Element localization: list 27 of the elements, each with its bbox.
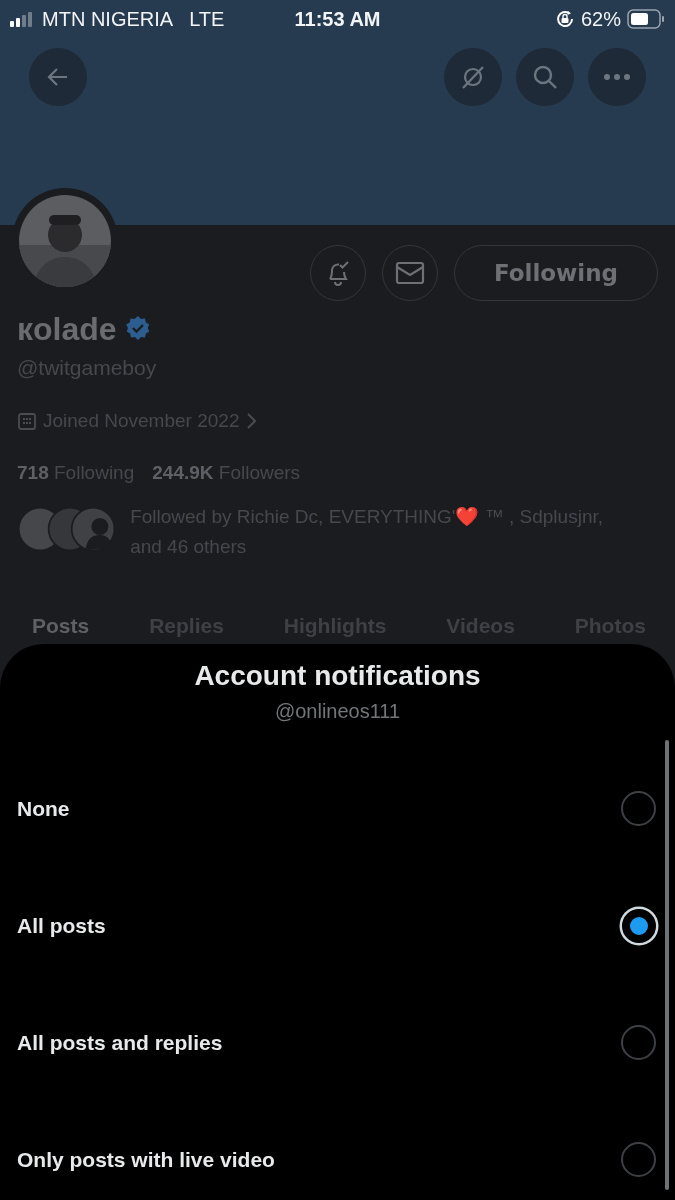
- option-label: All posts and replies: [17, 1030, 223, 1055]
- network-type: LTE: [189, 7, 225, 31]
- sheet-subtitle: @onlineos111: [274, 700, 401, 723]
- more-icon: [603, 73, 631, 81]
- option-row[interactable]: Only posts with live video: [0, 1101, 675, 1200]
- rotation-lock-icon: [554, 9, 575, 29]
- sheet-title: Account notifications: [194, 660, 481, 692]
- radio-button[interactable]: [622, 908, 656, 943]
- battery-icon: [627, 9, 665, 29]
- option-label: All posts: [17, 913, 106, 938]
- envelope-icon: [395, 260, 425, 286]
- option-row[interactable]: All posts: [0, 867, 675, 984]
- profile-tab[interactable]: Posts: [32, 614, 90, 638]
- option-label: None: [17, 796, 70, 821]
- radio-button[interactable]: [621, 791, 656, 826]
- option-label: Only posts with live video: [17, 1147, 275, 1172]
- carrier-name: MTN NIGERIA: [42, 7, 174, 31]
- option-row[interactable]: All posts and replies: [0, 984, 675, 1101]
- calendar-icon: [17, 411, 37, 431]
- battery-percentage: 62%: [580, 7, 621, 31]
- radio-button[interactable]: [621, 1142, 656, 1177]
- display-name: кolade: [17, 311, 117, 348]
- option-row[interactable]: None: [0, 750, 675, 867]
- chevron-right-icon: [245, 412, 258, 430]
- clock: 11:53 AM: [294, 7, 381, 31]
- radio-button[interactable]: [621, 1025, 656, 1060]
- search-icon: [531, 63, 559, 91]
